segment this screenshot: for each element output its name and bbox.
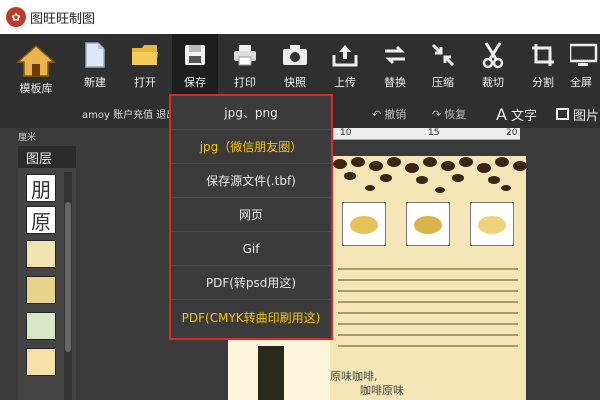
save-button[interactable]: 保存 <box>172 34 218 98</box>
swap-icon <box>378 40 412 70</box>
template-library-label: 模板库 <box>19 82 53 95</box>
split-button[interactable]: 分割 <box>520 40 566 92</box>
account-links[interactable]: amoy 账户充值 退出 <box>82 106 176 121</box>
cut-button[interactable]: 裁切 <box>470 40 516 92</box>
crop-icon <box>526 40 560 70</box>
house-icon <box>16 44 56 77</box>
open-button[interactable]: 打开 <box>122 40 168 92</box>
layers-scrollbar[interactable] <box>64 172 72 400</box>
split-label: 分割 <box>532 76 554 89</box>
tea-glass-image <box>258 346 284 400</box>
snapshot-button[interactable]: 快照 <box>272 40 318 92</box>
save-menu-item-pdf-psd[interactable]: PDF(转psd用这) <box>171 266 331 300</box>
save-menu-item-pdf-cmyk[interactable]: PDF(CMYK转曲印刷用这) <box>171 300 331 334</box>
layer-thumbnail[interactable] <box>26 276 56 304</box>
template-library-button[interactable]: 模板库 <box>12 44 60 102</box>
ruler-tick: 10 <box>340 128 352 138</box>
design-canvas[interactable]: 原味咖啡, 咖啡原味 <box>330 156 526 400</box>
scroll-thumb[interactable] <box>65 202 71 352</box>
tea-photo <box>406 202 450 246</box>
text-label: 文字 <box>510 108 537 124</box>
text-button[interactable]: A 文字 <box>496 104 537 124</box>
layer-thumbnail[interactable]: 原 <box>26 206 56 234</box>
ruler-tick: 20 <box>506 128 518 138</box>
layers-title: 图层 <box>18 146 76 168</box>
new-button[interactable]: 新建 <box>72 40 118 92</box>
monitor-icon <box>570 40 600 70</box>
save-icon <box>178 40 212 70</box>
undo-icon: ↶ <box>372 107 382 121</box>
replace-button[interactable]: 替换 <box>372 40 418 92</box>
printer-icon <box>228 40 262 70</box>
folder-icon <box>128 40 162 70</box>
ruler-unit-label: 厘米 <box>18 133 37 143</box>
image-tool-icon <box>556 108 569 120</box>
layer-thumbnail[interactable] <box>26 240 56 268</box>
snapshot-label: 快照 <box>284 76 306 89</box>
save-menu-item-wechat[interactable]: jpg（微信朋友圈） <box>171 130 331 164</box>
new-label: 新建 <box>84 76 106 89</box>
tea-photo-row <box>332 202 524 252</box>
poem-line-2: 咖啡原味 <box>360 384 404 397</box>
cut-label: 裁切 <box>482 76 504 89</box>
save-menu-item-webpage[interactable]: 网页 <box>171 198 331 232</box>
save-menu: jpg、png jpg（微信朋友圈） 保存源文件(.tbf) 网页 Gif PD… <box>169 94 333 340</box>
print-button[interactable]: 打印 <box>222 40 268 92</box>
layer-thumbnail[interactable]: 朋 <box>26 174 56 202</box>
camera-icon <box>278 40 312 70</box>
layer-thumbnail[interactable] <box>26 312 56 340</box>
redo-icon: ↷ <box>432 107 442 121</box>
new-file-icon <box>78 40 112 70</box>
image-label: 图片 <box>573 108 600 124</box>
scissors-icon <box>476 40 510 70</box>
upload-label: 上传 <box>334 76 356 89</box>
open-label: 打开 <box>134 76 156 89</box>
text-tool-icon: A <box>496 104 507 124</box>
redo-button[interactable]: ↷ 恢复 <box>432 104 466 124</box>
replace-label: 替换 <box>384 76 406 89</box>
tea-photo <box>342 202 386 246</box>
main-toolbar: 模板库 新建 打开 保存 打印 快照 上传 替换 压缩 裁切 分割 全屏 <box>0 34 600 100</box>
compress-button[interactable]: 压缩 <box>420 40 466 92</box>
compress-icon <box>426 40 460 70</box>
coffee-beans-image <box>333 157 526 193</box>
save-label: 保存 <box>184 76 206 89</box>
print-label: 打印 <box>234 76 256 89</box>
app-title: 图旺旺制图 <box>30 11 96 27</box>
redo-label: 恢复 <box>444 108 467 121</box>
tea-photo <box>470 202 514 246</box>
compress-label: 压缩 <box>432 76 454 89</box>
title-bar: ✿ 图旺旺制图 <box>0 0 600 34</box>
image-button[interactable]: 图片 <box>556 104 599 124</box>
undo-label: 撤销 <box>384 108 407 121</box>
layer-thumbnail[interactable] <box>26 348 56 376</box>
upload-icon <box>328 40 362 70</box>
fullscreen-button[interactable]: 全屏 <box>570 40 600 92</box>
upload-button[interactable]: 上传 <box>322 40 368 92</box>
app-logo-icon: ✿ <box>6 7 26 27</box>
save-menu-item-source[interactable]: 保存源文件(.tbf) <box>171 164 331 198</box>
save-menu-item-gif[interactable]: Gif <box>171 232 331 266</box>
undo-button[interactable]: ↶ 撤销 <box>372 104 406 124</box>
save-menu-item-jpg-png[interactable]: jpg、png <box>171 96 331 130</box>
fullscreen-label: 全屏 <box>570 76 592 89</box>
body-text-block <box>338 268 518 356</box>
ruler-tick: 15 <box>428 128 440 138</box>
